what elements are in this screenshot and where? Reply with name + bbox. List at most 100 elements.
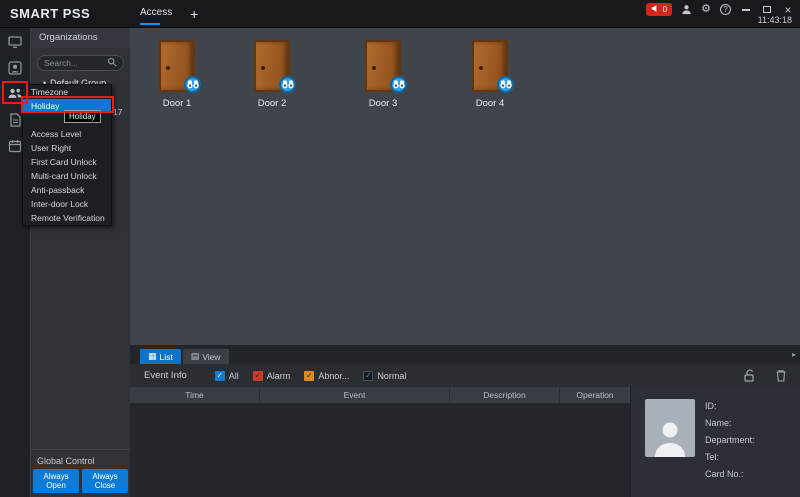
- logo-pss: PSS: [63, 6, 91, 21]
- smartpss-window: SMARTPSS Access + 0 ⚙ ? × 11:43:18 Organ: [0, 0, 800, 497]
- menu-item-inter-door-lock[interactable]: Inter-door Lock: [23, 197, 111, 211]
- checkbox-all[interactable]: ✓: [215, 371, 225, 381]
- alarm-badge[interactable]: 0: [646, 3, 672, 16]
- door-open-icon[interactable]: [740, 368, 758, 384]
- filter-alarm-label: Alarm: [267, 371, 291, 381]
- filter-all[interactable]: ✓ All: [215, 371, 239, 381]
- console-lower: Time Event Description Operation ID: Nam…: [130, 387, 800, 497]
- door-icon: [159, 40, 195, 92]
- tab-list-label: List: [160, 352, 173, 362]
- always-open-button[interactable]: Always Open: [33, 469, 79, 493]
- filter-normal[interactable]: ✓ Normal: [363, 371, 406, 381]
- event-console: ▦ List ▤ View ▸ Event Info ✓ All ✓ Alarm: [130, 345, 800, 497]
- gear-icon[interactable]: ⚙: [701, 3, 711, 16]
- context-menu: Timezone Holiday Access Level User Right…: [22, 84, 112, 226]
- search-input[interactable]: [44, 58, 104, 68]
- field-card-no: Card No.:: [705, 469, 755, 479]
- help-icon[interactable]: ?: [720, 4, 731, 15]
- filter-all-label: All: [229, 371, 239, 381]
- tab-view-label: View: [202, 352, 220, 362]
- menu-item-first-card-unlock[interactable]: First Card Unlock: [23, 155, 111, 169]
- event-table-header: Time Event Description Operation: [130, 387, 630, 403]
- event-filter-bar: Event Info ✓ All ✓ Alarm ✓ Abnor... ✓ No…: [130, 364, 800, 387]
- door-item-4[interactable]: Door 4: [450, 40, 530, 109]
- search-box: [37, 55, 124, 71]
- door-label: Door 1: [137, 98, 217, 109]
- tab-access[interactable]: Access: [130, 0, 182, 28]
- field-tel: Tel:: [705, 452, 755, 462]
- holiday-tooltip: Holiday: [64, 110, 101, 123]
- menu-item-remote-verification[interactable]: Remote Verification: [23, 211, 111, 225]
- door-knob: [166, 66, 170, 70]
- door-knob: [372, 66, 376, 70]
- checkbox-normal[interactable]: ✓: [363, 371, 373, 381]
- list-grid-icon: ▦: [148, 349, 157, 364]
- minimize-button[interactable]: [740, 3, 752, 16]
- device-icon[interactable]: [7, 34, 23, 50]
- add-tab-button[interactable]: +: [186, 6, 202, 22]
- person-info-panel: ID: Name: Department: Tel: Card No.:: [630, 387, 800, 497]
- checkbox-alarm[interactable]: ✓: [253, 371, 263, 381]
- door-item-1[interactable]: Door 1: [137, 40, 217, 109]
- filter-abnormal-label: Abnor...: [318, 371, 349, 381]
- user-manager-icon[interactable]: [7, 60, 23, 76]
- search-icon[interactable]: [107, 54, 117, 72]
- column-time[interactable]: Time: [130, 387, 260, 403]
- organizations-title: Organizations: [31, 28, 130, 48]
- event-info-label: Event Info: [144, 370, 187, 381]
- event-table: Time Event Description Operation: [130, 387, 630, 497]
- global-control-section: Global Control Always Open Always Close: [31, 449, 130, 497]
- door-icon: [254, 40, 290, 92]
- tab-strip: Access +: [130, 0, 202, 28]
- person-fields: ID: Name: Department: Tel: Card No.:: [705, 399, 755, 497]
- column-event[interactable]: Event: [260, 387, 450, 403]
- binoculars-badge-icon: [390, 76, 407, 93]
- door-item-2[interactable]: Door 2: [232, 40, 312, 109]
- menu-item-anti-passback[interactable]: Anti-passback: [23, 183, 111, 197]
- binoculars-badge-icon: [184, 76, 201, 93]
- always-close-button[interactable]: Always Close: [82, 469, 128, 493]
- schedule-icon[interactable]: [7, 138, 23, 154]
- field-department: Department:: [705, 435, 755, 445]
- tree-count-badge: 17: [113, 107, 122, 117]
- filter-abnormal[interactable]: ✓ Abnor...: [304, 371, 349, 381]
- clock: 11:43:18: [758, 15, 792, 25]
- log-icon[interactable]: [7, 112, 23, 128]
- door-icon: [472, 40, 508, 92]
- door-canvas: Door 1 Door 2 Door 3: [130, 28, 800, 345]
- alarm-count: 0: [663, 5, 667, 14]
- door-label: Door 4: [450, 98, 530, 109]
- console-tabbar: ▦ List ▤ View ▸: [130, 345, 800, 364]
- user-icon[interactable]: [681, 4, 692, 15]
- filter-alarm[interactable]: ✓ Alarm: [253, 371, 291, 381]
- field-name: Name:: [705, 418, 755, 428]
- column-description[interactable]: Description: [450, 387, 560, 403]
- speaker-icon: [651, 4, 660, 15]
- expand-arrow-icon[interactable]: ▸: [792, 350, 796, 359]
- door-item-3[interactable]: Door 3: [343, 40, 423, 109]
- menu-item-multi-card-unlock[interactable]: Multi-card Unlock: [23, 169, 111, 183]
- tab-list[interactable]: ▦ List: [140, 349, 181, 364]
- menu-item-timezone[interactable]: Timezone: [23, 85, 111, 99]
- door-label: Door 2: [232, 98, 312, 109]
- global-control-label: Global Control: [31, 450, 130, 466]
- view-grid-icon: ▤: [191, 349, 200, 364]
- logo-smart: SMART: [10, 6, 59, 21]
- filter-normal-label: Normal: [377, 371, 406, 381]
- minimize-icon: [742, 9, 750, 11]
- title-bar: SMARTPSS Access + 0 ⚙ ? × 11:43:18: [0, 0, 800, 28]
- column-operation[interactable]: Operation: [560, 387, 630, 403]
- checkbox-abnormal[interactable]: ✓: [304, 371, 314, 381]
- main-content: Door 1 Door 2 Door 3: [130, 28, 800, 497]
- global-control-buttons: Always Open Always Close: [33, 469, 128, 493]
- menu-item-access-level[interactable]: Access Level: [23, 127, 111, 141]
- tab-view[interactable]: ▤ View: [183, 349, 229, 364]
- maximize-icon: [763, 6, 771, 13]
- permission-group-icon[interactable]: [7, 86, 23, 102]
- trash-icon[interactable]: [772, 368, 790, 384]
- binoculars-badge-icon: [279, 76, 296, 93]
- menu-item-user-right[interactable]: User Right: [23, 141, 111, 155]
- door-knob: [261, 66, 265, 70]
- avatar: [645, 399, 695, 457]
- binoculars-badge-icon: [497, 76, 514, 93]
